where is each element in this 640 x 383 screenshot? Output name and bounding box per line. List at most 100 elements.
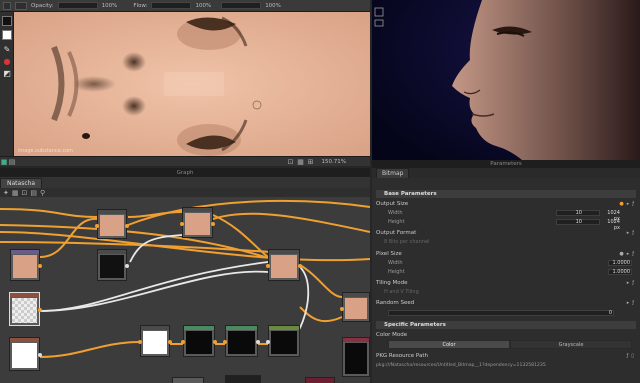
layout-icon[interactable]: ▤ <box>30 189 37 197</box>
face-texture-image: image.substance.com <box>14 12 370 156</box>
tab-bitmap[interactable]: Bitmap <box>376 168 410 178</box>
function-icon[interactable]: ƒ <box>632 280 634 286</box>
tiling-mode-label: Tiling Mode <box>376 280 408 286</box>
view-icon[interactable]: ▤ <box>8 158 16 166</box>
output-height-px: 1024 px <box>607 219 620 231</box>
graph-tabs: Natascha <box>0 177 370 188</box>
graph-settings-icon[interactable]: ✦ <box>3 189 9 197</box>
node-graph[interactable] <box>0 197 370 383</box>
output-size-icons: ● ▸ ƒ <box>619 201 634 207</box>
pixel-width-label: Width <box>388 260 403 266</box>
paint-tools: ✎ ● ◩ <box>0 12 14 156</box>
uniform-white-node[interactable] <box>9 337 42 371</box>
bitmap-node-selected[interactable] <box>9 292 42 326</box>
output-height-label: Height <box>388 219 405 225</box>
pixel-size-icons: ● ▸ ƒ <box>619 251 634 257</box>
random-seed-label: Random Seed <box>376 300 415 306</box>
function-icon[interactable]: ƒ <box>632 300 634 306</box>
flow-label: Flow: <box>133 2 148 9</box>
relative-icon[interactable]: ▸ <box>627 280 630 286</box>
tiling-icons: ▸ ƒ <box>627 280 634 286</box>
reset-zoom-icon[interactable]: ⊞ <box>306 158 316 166</box>
parameters-tabs <box>372 168 640 178</box>
output-size-label: Output Size <box>376 201 409 207</box>
frame-icon[interactable]: ⊡ <box>22 189 28 197</box>
file-icon[interactable]: ▯ <box>631 353 634 359</box>
pixel-height-label: Height <box>388 269 405 275</box>
color-mode-color-button[interactable]: Color <box>388 340 510 349</box>
face-node-1[interactable] <box>95 209 129 239</box>
function-icon[interactable]: ƒ <box>632 251 634 257</box>
flow-slider[interactable] <box>151 2 192 9</box>
color-swatch-white[interactable] <box>2 30 12 40</box>
brush-preset-button[interactable] <box>15 1 27 10</box>
2d-toolbar: Opacity: 100% Flow: 100% 100% <box>0 0 370 12</box>
face-node-3[interactable] <box>266 249 302 281</box>
face-node-2[interactable] <box>180 207 215 238</box>
parameters-panel: Base Parameters Output Size ● ▸ ƒ Width 10… <box>372 178 640 383</box>
specific-parameters-header[interactable]: Specific Parameters <box>376 321 636 329</box>
random-seed-slider[interactable] <box>388 310 614 316</box>
paint-mode-button[interactable] <box>3 1 11 10</box>
resource-path-label: PKG Resource Path <box>376 353 428 359</box>
color-mode-label: Color Mode <box>376 332 408 338</box>
channel-icon[interactable]: ■ <box>0 158 8 166</box>
pixel-height-value: 1.0000 <box>612 269 631 275</box>
partial-node-2[interactable] <box>225 375 261 383</box>
eraser-icon[interactable]: ◩ <box>2 68 12 78</box>
output-node[interactable] <box>342 337 370 377</box>
grid-icon[interactable]: ▦ <box>296 158 306 166</box>
pixel-width-value: 1.0000 <box>612 260 631 266</box>
color-swatch-black[interactable] <box>2 16 12 26</box>
black-node-3[interactable] <box>266 325 300 357</box>
eyedropper-icon[interactable]: ● <box>2 56 12 66</box>
random-seed-value: 0 <box>608 310 612 316</box>
color-mode-grayscale-button[interactable]: Grayscale <box>510 340 632 349</box>
graph-panel-title: Graph <box>0 168 370 177</box>
tiling-mode-value[interactable]: H and V Tiling <box>384 289 419 295</box>
function-icon[interactable]: ƒ <box>626 353 628 359</box>
2d-view-panel: Opacity: 100% Flow: 100% 100% ✎ ● ◩ imag… <box>0 0 370 166</box>
opacity-value: 100% <box>101 2 118 9</box>
relative-icon[interactable]: ▸ <box>627 251 630 257</box>
output-format-value[interactable]: 8 Bits per channel <box>384 239 429 245</box>
texture-canvas[interactable]: image.substance.com <box>14 12 370 156</box>
zoom-level: 150.71% <box>321 158 346 165</box>
output-width-label: Width <box>388 210 403 216</box>
parameters-panel-title: Parameters <box>372 160 640 168</box>
fit-icon[interactable]: ⊡ <box>286 158 296 166</box>
relative-icon[interactable]: ▸ <box>627 201 630 207</box>
zoom-icon[interactable]: ⚲ <box>40 189 45 197</box>
add-node-icon[interactable]: ▦ <box>12 189 19 197</box>
face-node-4[interactable] <box>340 292 370 322</box>
partial-node-3[interactable] <box>305 377 335 383</box>
3d-view-panel[interactable] <box>372 0 640 160</box>
black-node-1[interactable] <box>181 325 217 357</box>
partial-node-1[interactable] <box>172 377 204 383</box>
graph-toolbar: ✦ ▦ ⊡ ▤ ⚲ <box>0 188 370 197</box>
face-node-5[interactable] <box>10 249 42 281</box>
function-icon[interactable]: ƒ <box>632 230 634 236</box>
output-height-value: 10 <box>575 219 582 225</box>
resource-icons: ƒ ▯ <box>626 353 634 359</box>
link-icon[interactable]: ● <box>619 251 623 257</box>
pixel-size-label: Pixel Size <box>376 251 402 257</box>
seed-icons: ▸ ƒ <box>627 300 634 306</box>
relative-icon[interactable]: ▸ <box>627 230 630 236</box>
third-value: 100% <box>265 2 281 9</box>
base-parameters-header[interactable]: Base Parameters <box>376 190 636 198</box>
white-node[interactable] <box>138 325 172 357</box>
mask-node[interactable] <box>97 249 129 281</box>
relative-icon[interactable]: ▸ <box>627 300 630 306</box>
function-icon[interactable]: ƒ <box>632 201 634 207</box>
third-slider[interactable] <box>221 2 262 9</box>
tab-natascha[interactable]: Natascha <box>0 178 43 188</box>
link-icon[interactable]: ● <box>619 201 623 207</box>
brush-icon[interactable]: ✎ <box>2 44 12 54</box>
resource-path-value[interactable]: pkg:///Natascha/resources/Untitled_Bitma… <box>376 363 546 368</box>
output-format-label: Output Format <box>376 230 417 236</box>
black-node-2[interactable] <box>223 325 260 357</box>
2d-status-bar: ■ ▤ ⊡ ▦ ⊞ 150.71% <box>0 156 370 166</box>
opacity-slider[interactable] <box>57 2 98 9</box>
flow-value: 100% <box>195 2 212 9</box>
